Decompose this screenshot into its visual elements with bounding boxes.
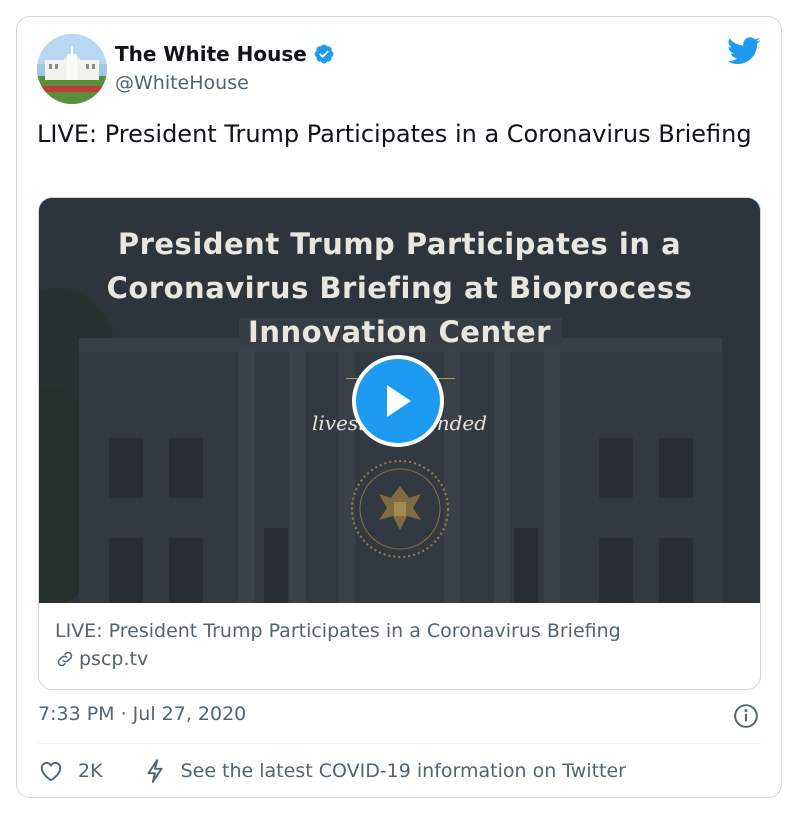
card-info[interactable]: LIVE: President Trump Participates in a …: [39, 603, 760, 670]
play-button[interactable]: [352, 355, 444, 447]
author-display-name[interactable]: The White House: [115, 42, 307, 66]
media-title-line-1: President Trump Participates in a: [117, 227, 682, 261]
media-title-line-2: Coronavirus Briefing at Bioprocess: [106, 271, 693, 305]
tweet-text: LIVE: President Trump Participates in a …: [37, 120, 752, 148]
card-media[interactable]: President Trump Participates in a Corona…: [39, 198, 760, 603]
covid-info-link[interactable]: See the latest COVID-19 information on T…: [143, 758, 626, 784]
link-card[interactable]: President Trump Participates in a Corona…: [38, 197, 761, 690]
card-media-title: President Trump Participates in a Corona…: [39, 222, 760, 354]
covid-info-text[interactable]: See the latest COVID-19 information on T…: [181, 760, 626, 782]
play-icon: [387, 385, 411, 417]
actions-divider: [38, 743, 761, 744]
card-domain-text[interactable]: pscp.tv: [79, 648, 148, 670]
presidential-seal-icon: [351, 460, 449, 558]
like-button[interactable]: 2K: [38, 758, 103, 784]
white-house-avatar-icon: [37, 34, 107, 104]
bolt-icon: [147, 759, 163, 783]
card-domain[interactable]: pscp.tv: [55, 648, 744, 670]
tweet-card: The White House @WhiteHouse LIVE: Presid…: [16, 16, 782, 798]
author-avatar[interactable]: [37, 34, 107, 104]
author-name-row[interactable]: The White House: [115, 42, 335, 66]
info-icon[interactable]: [733, 703, 759, 729]
card-title[interactable]: LIVE: President Trump Participates in a …: [55, 617, 744, 645]
heart-icon: [40, 761, 62, 782]
twitter-bird-icon[interactable]: [727, 37, 761, 65]
tweet-actions: 2K See the latest COVID-19 information o…: [38, 758, 626, 784]
author-handle[interactable]: @WhiteHouse: [115, 72, 249, 94]
media-title-line-3: Innovation Center: [248, 315, 551, 349]
verified-badge-icon: [314, 44, 334, 64]
link-icon: [57, 651, 73, 667]
like-count[interactable]: 2K: [78, 760, 103, 782]
tweet-timestamp[interactable]: 7:33 PM · Jul 27, 2020: [38, 703, 246, 725]
